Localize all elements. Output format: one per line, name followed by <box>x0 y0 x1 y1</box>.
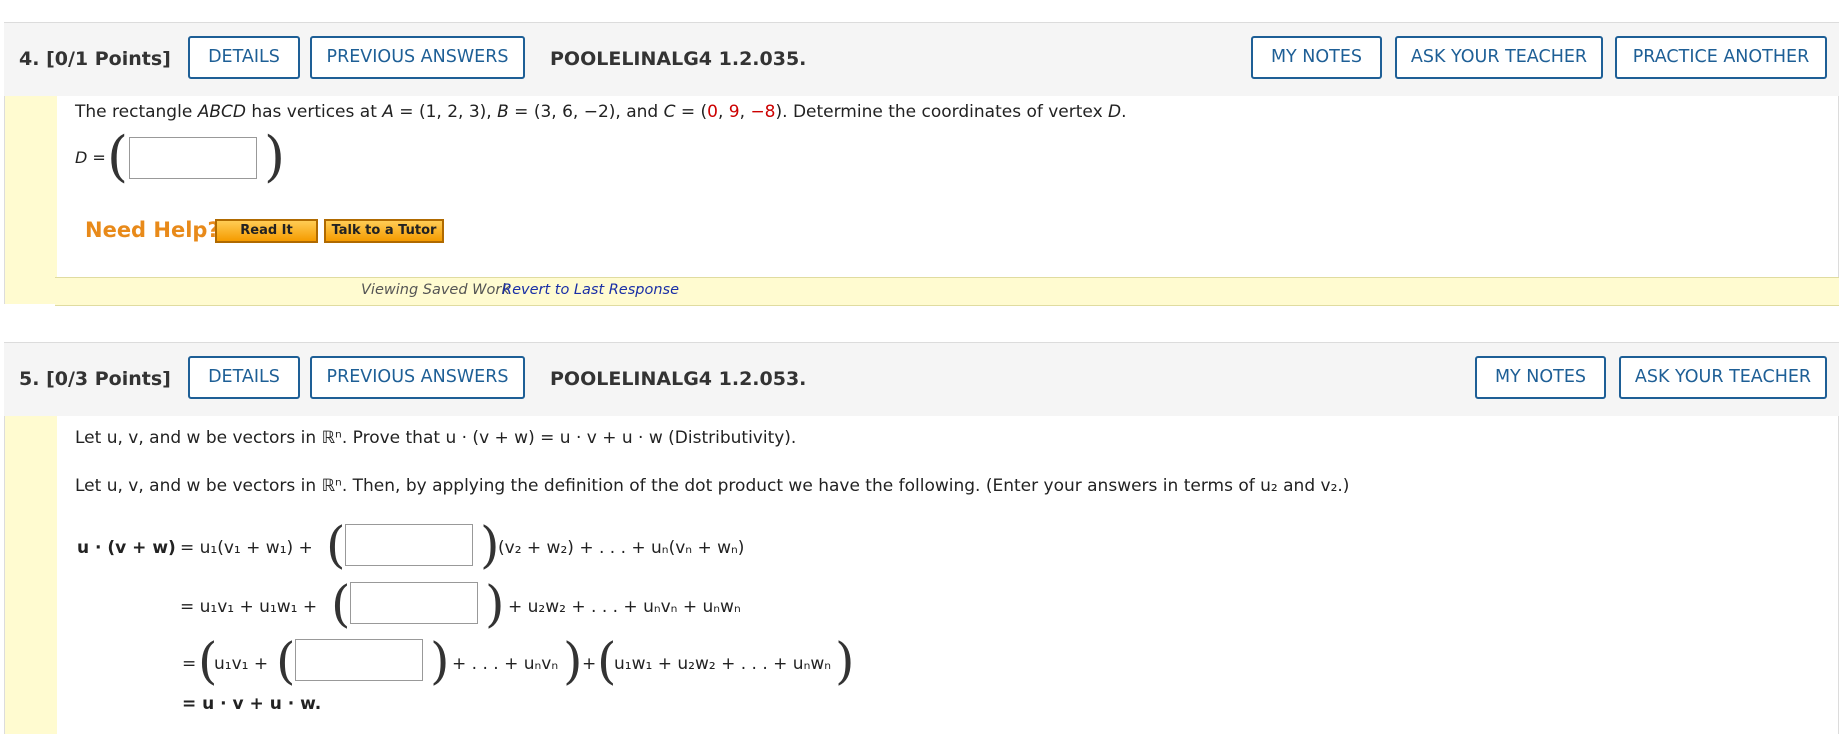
previous-answers-button[interactable]: PREVIOUS ANSWERS <box>310 36 525 79</box>
left-paren: ( <box>326 516 346 574</box>
rectangle-name: ABCD <box>197 102 246 122</box>
answer-input-1[interactable] <box>345 524 473 566</box>
question-5-sidebar <box>5 416 57 734</box>
question-4-header: 4. [0/1 Points] DETAILS PREVIOUS ANSWERS… <box>4 22 1839 97</box>
vertex-c-x: 0 <box>707 102 718 122</box>
question-points: [0/1 Points] <box>46 48 171 70</box>
question-text: The rectangle <box>75 102 198 122</box>
my-notes-button[interactable]: MY NOTES <box>1475 356 1606 399</box>
read-it-button[interactable]: Read It <box>215 219 318 243</box>
dot-product-lhs: u · (v + w) <box>77 538 176 558</box>
ask-your-teacher-button[interactable]: ASK YOUR TEACHER <box>1395 36 1603 79</box>
vertex-b-value: = (3, 6, −2), and <box>508 102 664 122</box>
details-button[interactable]: DETAILS <box>188 356 300 399</box>
row3-term-mid: + . . . + uₙvₙ <box>452 654 559 674</box>
left-paren: ( <box>276 632 296 690</box>
vertex-d-input[interactable] <box>129 137 257 179</box>
question-code: POOLELINALG4 1.2.035. <box>550 48 807 70</box>
question-number: 5. <box>19 368 40 390</box>
viewing-saved-work-label: Viewing Saved Work <box>361 282 510 298</box>
row4-result: = u · v + u · w. <box>182 694 322 714</box>
question-5-instructions: Let u, v, and w be vectors in ℝⁿ. Then, … <box>75 476 1350 496</box>
question-5-number: 5. [0/3 Points] <box>19 343 171 416</box>
right-paren: ) <box>563 632 583 690</box>
previous-answers-button[interactable]: PREVIOUS ANSWERS <box>310 356 525 399</box>
question-4-sidebar <box>5 96 57 304</box>
row3-term-end: u₁w₁ + u₂w₂ + . . . + uₙwₙ <box>614 654 832 674</box>
vertex-d-label: D <box>1108 102 1122 122</box>
answer-input-3[interactable] <box>295 639 423 681</box>
question-number: 4. <box>19 48 40 70</box>
question-points: [0/3 Points] <box>46 368 171 390</box>
answer-input-2[interactable] <box>350 582 478 624</box>
row3-term-start: u₁v₁ + <box>214 654 269 674</box>
question-code: POOLELINALG4 1.2.053. <box>550 368 807 390</box>
ask-your-teacher-button[interactable]: ASK YOUR TEACHER <box>1619 356 1827 399</box>
row2-expression-end: + u₂w₂ + . . . + uₙvₙ + uₙwₙ <box>508 597 741 617</box>
vertex-c-z: −8 <box>750 102 776 122</box>
left-paren: ( <box>331 575 351 633</box>
vertex-c-equals: = ( <box>675 102 708 122</box>
question-5-header: 5. [0/3 Points] DETAILS PREVIOUS ANSWERS… <box>4 342 1839 417</box>
saved-work-bar: Viewing Saved Work Revert to Last Respon… <box>55 277 1839 306</box>
left-paren: ( <box>107 125 129 188</box>
row3-plus: + <box>582 654 597 674</box>
practice-another-button[interactable]: PRACTICE ANOTHER <box>1615 36 1827 79</box>
question-text: has vertices at <box>245 102 383 122</box>
row2-expression-start: = u₁v₁ + u₁w₁ + <box>180 597 318 617</box>
question-4-number: 4. [0/1 Points] <box>19 23 171 96</box>
answer-label-d: D = <box>75 148 106 167</box>
row1-expression-end: (v₂ + w₂) + . . . + uₙ(vₙ + wₙ) <box>498 538 745 558</box>
vertex-c-y: 9 <box>728 102 740 122</box>
question-text-period: . <box>1121 102 1127 122</box>
details-button[interactable]: DETAILS <box>188 36 300 79</box>
vertex-b-label: B <box>497 102 509 122</box>
revert-to-last-response-link[interactable]: Revert to Last Response <box>502 282 679 298</box>
row3-equals: = <box>182 654 197 674</box>
need-help-label: Need Help? <box>85 218 220 242</box>
right-paren: ) <box>264 125 286 188</box>
right-paren: ) <box>480 516 500 574</box>
talk-to-tutor-button[interactable]: Talk to a Tutor <box>324 219 444 243</box>
question-4-text: The rectangle ABCD has vertices at A = (… <box>75 102 1127 122</box>
right-paren: ) <box>485 575 505 633</box>
question-text: ). Determine the coordinates of vertex <box>775 102 1109 122</box>
row1-expression-start: = u₁(v₁ + w₁) + <box>180 538 313 558</box>
question-5-statement: Let u, v, and w be vectors in ℝⁿ. Prove … <box>75 428 797 448</box>
my-notes-button[interactable]: MY NOTES <box>1251 36 1382 79</box>
vertex-a-value: = (1, 2, 3), <box>393 102 498 122</box>
vertex-a-label: A <box>382 102 394 122</box>
right-paren: ) <box>430 632 450 690</box>
vertex-c-label: C <box>663 102 676 122</box>
right-paren: ) <box>835 632 855 690</box>
